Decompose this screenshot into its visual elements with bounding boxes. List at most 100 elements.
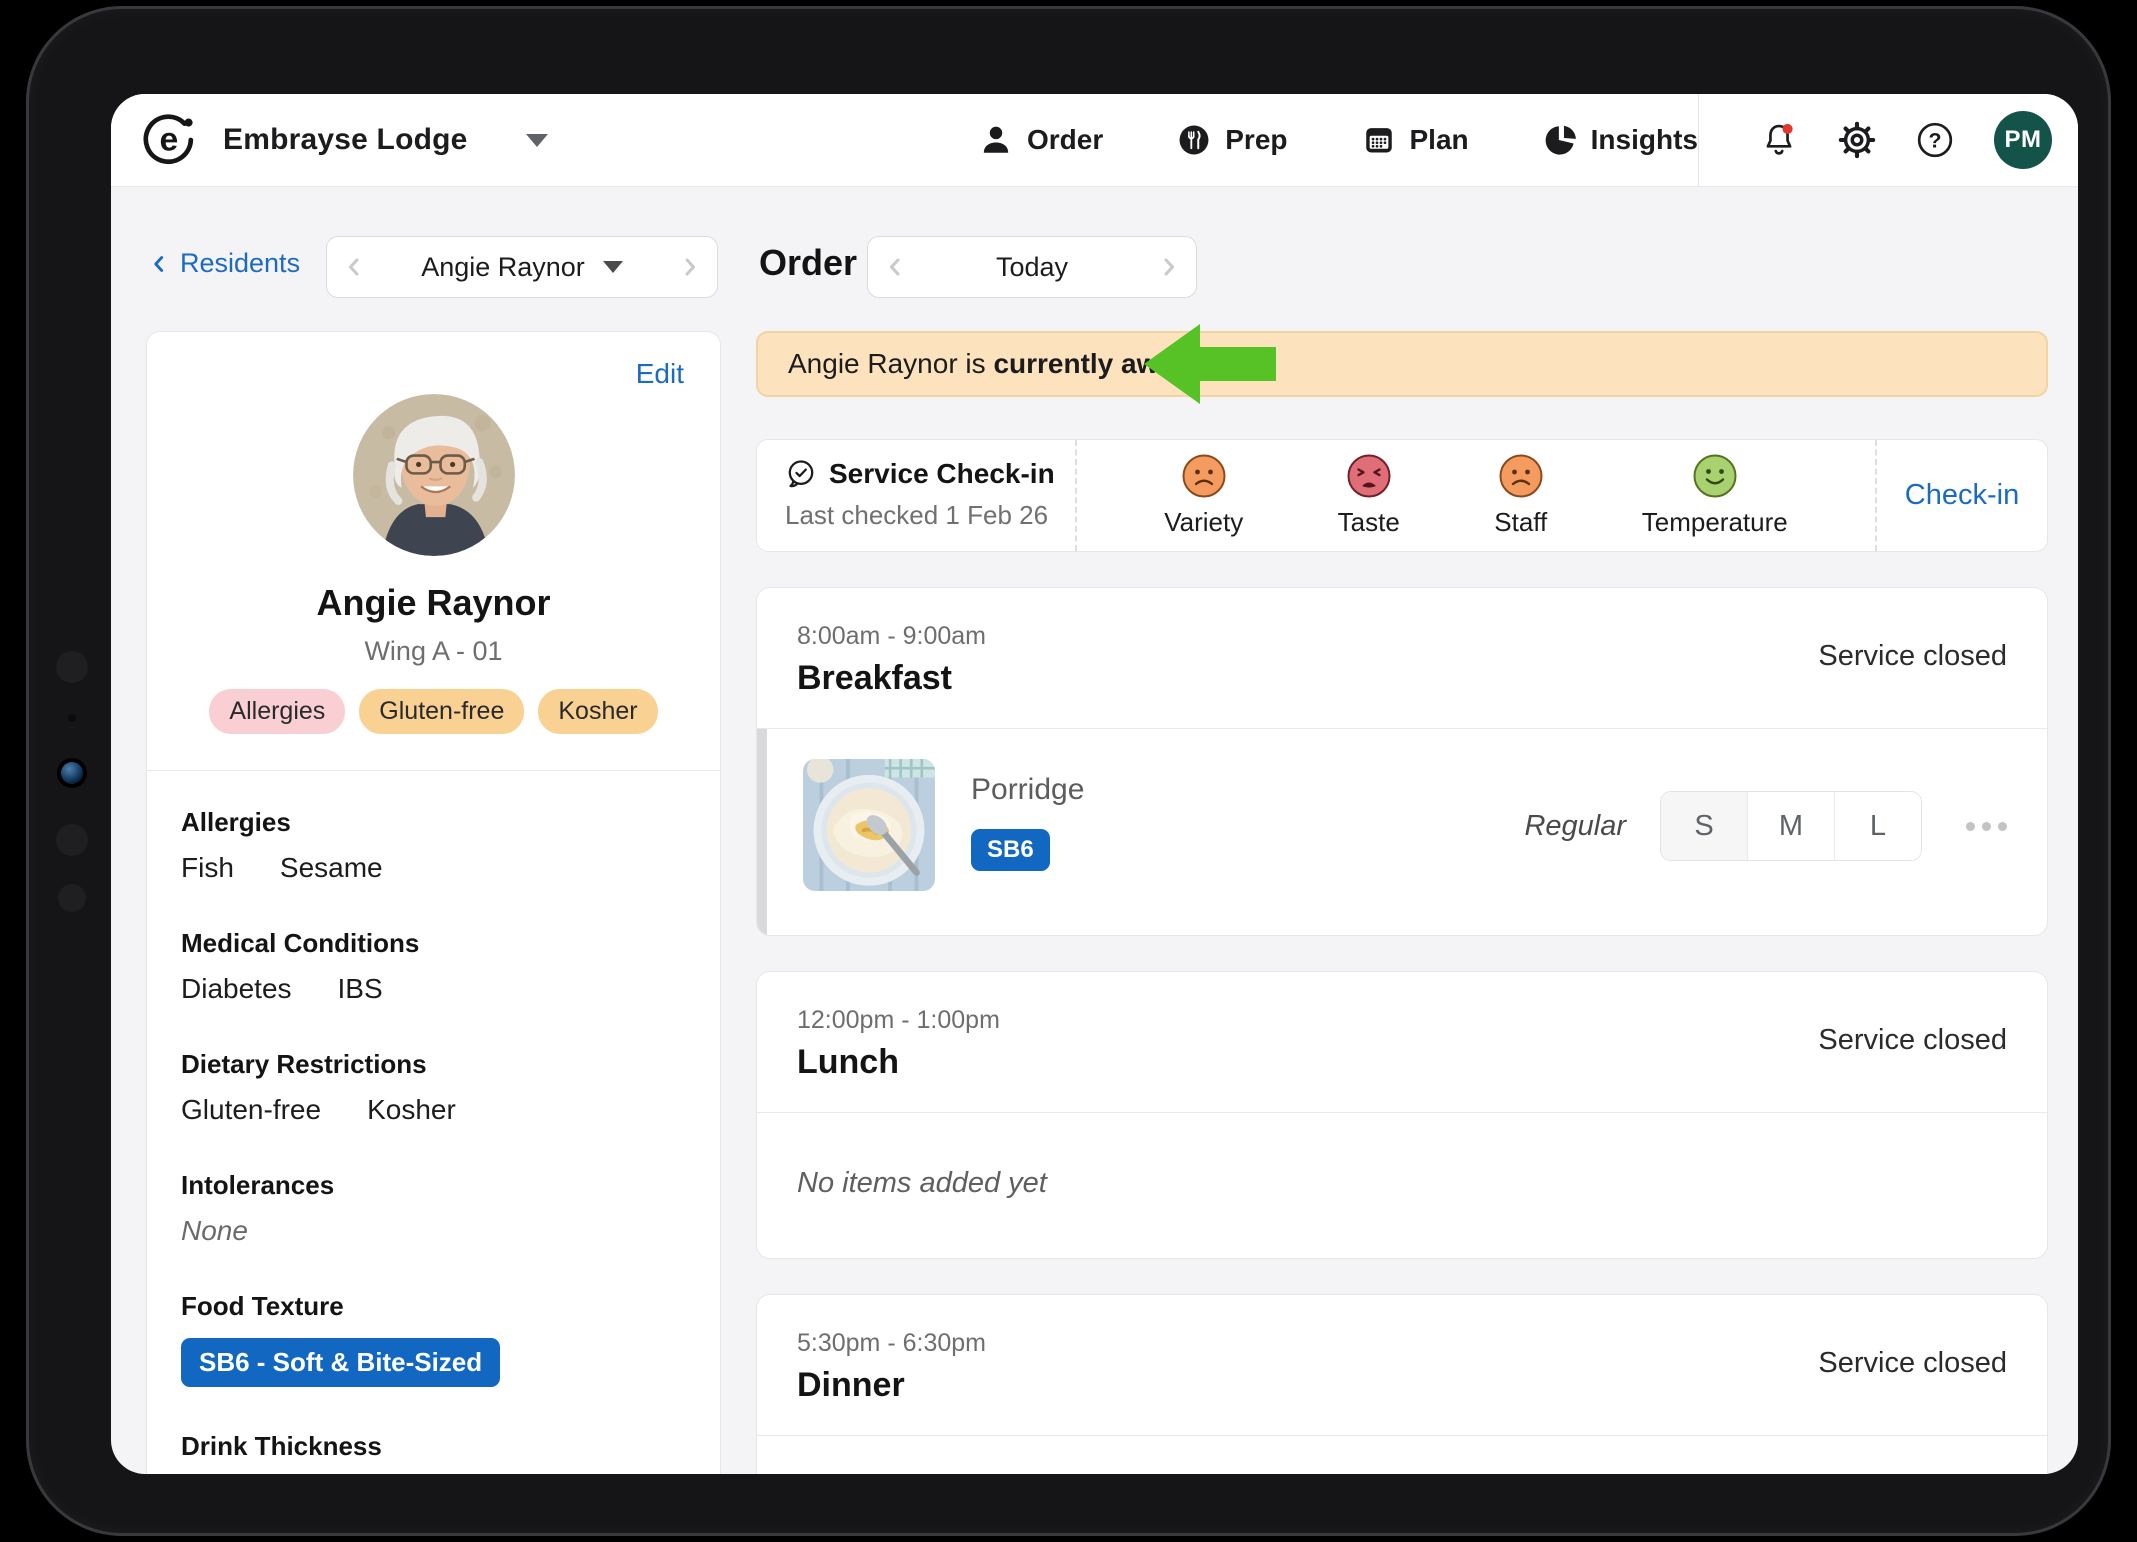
section-title: Drink Thickness xyxy=(181,1431,686,1462)
section-none-value: None xyxy=(181,1215,686,1247)
date-selector: Today xyxy=(867,236,1197,298)
rating-label: Staff xyxy=(1494,507,1547,538)
resident-full-name: Angie Raynor xyxy=(181,582,686,624)
section-title: Allergies xyxy=(181,807,686,838)
meal-time: 8:00am - 9:00am xyxy=(797,622,986,651)
tablet-frame: e Embrayse Lodge Order xyxy=(26,6,2111,1536)
size-button-m[interactable]: M xyxy=(1747,792,1834,860)
happy-face-icon xyxy=(1692,453,1738,499)
portion-label: Regular xyxy=(1524,810,1626,843)
bezel-camera-2 xyxy=(56,824,88,856)
empty-items-text: No items added yet xyxy=(757,1436,2047,1474)
meal-card-lunch: 12:00pm - 1:00pm Lunch Service closed No… xyxy=(756,971,2048,1259)
service-checkin-card: Service Check-in Last checked 1 Feb 26 xyxy=(756,439,2048,552)
section-value: Diabetes xyxy=(181,973,292,1005)
chevron-left-icon xyxy=(881,253,909,281)
bezel-camera-large xyxy=(56,651,88,683)
meal-time: 12:00pm - 1:00pm xyxy=(797,1006,1000,1035)
chevron-down-icon xyxy=(603,261,623,273)
item-more-menu[interactable] xyxy=(1966,822,2007,831)
rating-label: Variety xyxy=(1164,507,1243,538)
chevron-left-icon xyxy=(340,253,368,281)
checkin-subtitle: Last checked 1 Feb 26 xyxy=(785,500,1075,531)
bezel-camera-3 xyxy=(58,884,86,912)
page-title: Order xyxy=(759,242,857,284)
resident-next-button[interactable] xyxy=(663,253,717,281)
bezel-sensor-dot xyxy=(68,714,76,722)
chevron-right-icon xyxy=(676,253,704,281)
angry-face-icon xyxy=(1346,453,1392,499)
section-title: Dietary Restrictions xyxy=(181,1049,686,1080)
date-next-button[interactable] xyxy=(1142,253,1196,281)
rating-temperature: Temperature xyxy=(1642,453,1788,538)
meal-status: Service closed xyxy=(1818,1024,2007,1057)
resident-photo xyxy=(353,394,515,556)
user-avatar[interactable]: PM xyxy=(1994,111,2052,169)
sad-face-icon xyxy=(1498,453,1544,499)
cutlery-icon xyxy=(1177,123,1211,157)
service-checkin-info: Service Check-in Last checked 1 Feb 26 xyxy=(757,440,1075,551)
tag-kosher: Kosher xyxy=(538,689,657,734)
section-medical-conditions: Medical Conditions Diabetes IBS xyxy=(181,928,686,1005)
section-value: Gluten-free xyxy=(181,1094,321,1126)
section-intolerances: Intolerances None xyxy=(181,1170,686,1247)
help-button[interactable]: ? xyxy=(1916,121,1954,159)
person-icon xyxy=(979,123,1013,157)
resident-selector: Angie Raynor xyxy=(326,236,718,298)
rating-label: Temperature xyxy=(1642,507,1788,538)
org-dropdown-caret[interactable] xyxy=(526,134,548,147)
section-value: IBS xyxy=(338,973,383,1005)
nav-tab-label: Insights xyxy=(1591,124,1698,156)
checkin-button[interactable]: Check-in xyxy=(1877,440,2047,551)
rating-staff: Staff xyxy=(1494,453,1547,538)
app-screen: e Embrayse Lodge Order xyxy=(111,94,2078,1474)
resident-prev-button[interactable] xyxy=(327,253,381,281)
checkin-ratings: Variety Taste xyxy=(1077,440,1875,551)
nav-tab-label: Plan xyxy=(1410,124,1469,156)
banner-text-prefix: Angie Raynor is xyxy=(788,348,993,379)
green-arrow-annotation xyxy=(1144,320,1276,408)
size-button-s[interactable]: S xyxy=(1661,792,1747,860)
size-button-l[interactable]: L xyxy=(1834,792,1921,860)
resident-name: Angie Raynor xyxy=(421,252,585,283)
edit-profile-link[interactable]: Edit xyxy=(636,358,684,390)
nav-tab-prep[interactable]: Prep xyxy=(1177,123,1287,157)
settings-button[interactable] xyxy=(1838,121,1876,159)
bell-icon xyxy=(1760,121,1798,159)
nav-tab-insights[interactable]: Insights xyxy=(1543,123,1698,157)
calendar-icon xyxy=(1362,123,1396,157)
chevron-left-icon xyxy=(146,251,172,277)
svg-text:e: e xyxy=(159,121,178,159)
nav-tab-label: Order xyxy=(1027,124,1103,156)
section-value: Kosher xyxy=(367,1094,456,1126)
back-to-residents-link[interactable]: Residents xyxy=(146,248,300,279)
section-value: Fish xyxy=(181,852,234,884)
tag-gluten-free: Gluten-free xyxy=(359,689,524,734)
section-food-texture: Food Texture SB6 - Soft & Bite-Sized xyxy=(181,1291,686,1387)
screenshot-stage: e Embrayse Lodge Order xyxy=(0,0,2137,1542)
meal-time: 5:30pm - 6:30pm xyxy=(797,1329,986,1358)
nav-divider xyxy=(1698,94,1699,186)
nav-tab-order[interactable]: Order xyxy=(979,123,1103,157)
size-selector: S M L xyxy=(1660,791,1922,861)
item-name: Porridge xyxy=(971,773,1084,807)
resident-dropdown[interactable]: Angie Raynor xyxy=(421,252,623,283)
section-dietary-restrictions: Dietary Restrictions Gluten-free Kosher xyxy=(181,1049,686,1126)
meal-status: Service closed xyxy=(1818,640,2007,673)
profile-sections: Allergies Fish Sesame Medical Conditions… xyxy=(181,807,686,1474)
org-name: Embrayse Lodge xyxy=(223,123,468,157)
svg-text:?: ? xyxy=(1928,129,1941,153)
rating-taste: Taste xyxy=(1338,453,1400,538)
nav-tab-plan[interactable]: Plan xyxy=(1362,123,1469,157)
meal-name: Lunch xyxy=(797,1043,1000,1082)
notifications-button[interactable] xyxy=(1760,121,1798,159)
gear-icon xyxy=(1838,121,1876,159)
resident-tags: Allergies Gluten-free Kosher xyxy=(181,689,686,734)
resident-room: Wing A - 01 xyxy=(181,636,686,667)
back-link-label: Residents xyxy=(180,248,300,279)
date-prev-button[interactable] xyxy=(868,253,922,281)
away-banner: Angie Raynor is currently away. xyxy=(756,331,2048,397)
toolbar-row: Residents Angie Raynor Order xyxy=(111,236,2078,298)
item-accent-bar xyxy=(757,729,767,935)
meal-name: Breakfast xyxy=(797,659,986,698)
